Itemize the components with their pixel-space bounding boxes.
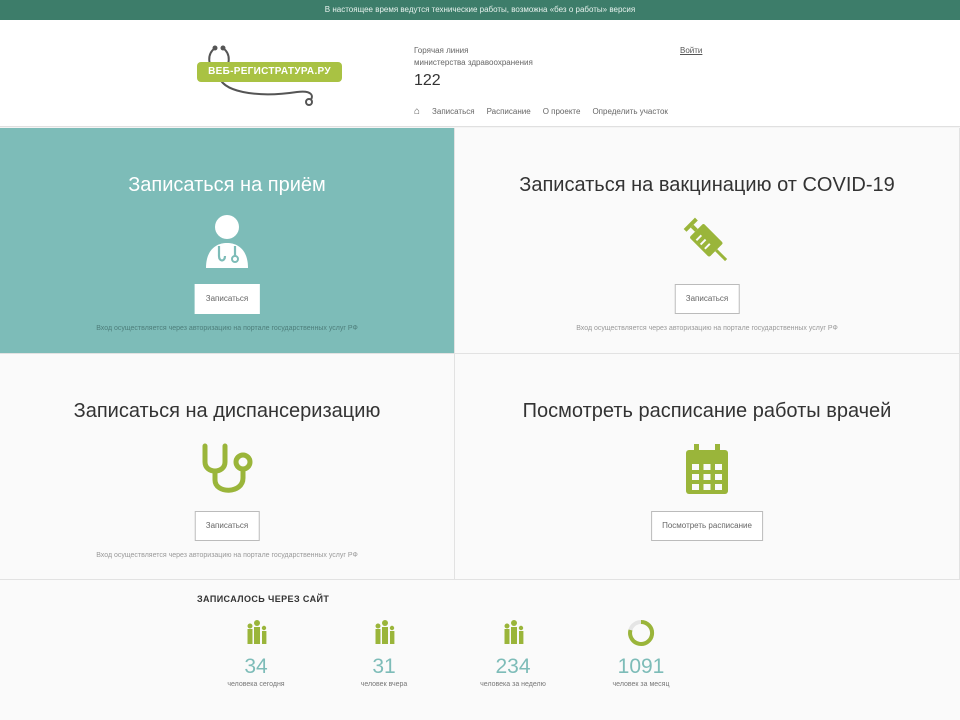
- announcement-bar: В настоящее время ведутся технические ра…: [0, 0, 960, 20]
- signup-vaccination-button[interactable]: Записаться: [674, 284, 740, 314]
- login-link[interactable]: Войти: [680, 46, 702, 55]
- stat-value: 31: [372, 655, 396, 678]
- gosuslugi-note: Вход осуществляется через авторизацию на…: [96, 552, 358, 559]
- home-icon[interactable]: ⌂: [414, 106, 420, 117]
- tile-title: Записаться на диспансеризацию: [73, 400, 381, 422]
- gosuslugi-note: Вход осуществляется через авторизацию на…: [576, 325, 838, 332]
- nav-item-signup[interactable]: Записаться: [432, 107, 475, 116]
- stats-section: ЗАПИСАЛОСЬ ЧЕРЕЗ САЙТ 34 человека сегодн…: [0, 580, 960, 720]
- tile-appointment: Записаться на приём Записаться Вход осущ…: [0, 128, 455, 354]
- tile-title: Записаться на приём: [128, 174, 326, 196]
- gosuslugi-note: Вход осуществляется через авторизацию на…: [96, 325, 358, 332]
- calendar-icon: [684, 444, 730, 501]
- stat-week: 234 человека за неделю: [458, 618, 568, 688]
- doctor-icon: [202, 212, 252, 275]
- stat-today: 34 человека сегодня: [201, 618, 311, 688]
- stat-label: человек за месяц: [612, 681, 670, 688]
- logo-text: ВЕБ-РЕГИСТРАТУРА.РУ: [197, 62, 342, 82]
- stat-value: 34: [244, 655, 268, 678]
- tile-checkup: Записаться на диспансеризацию Записаться…: [0, 354, 455, 580]
- stat-label: человека за неделю: [480, 681, 546, 688]
- site-logo[interactable]: ВЕБ-РЕГИСТРАТУРА.РУ: [197, 36, 347, 106]
- hotline-label: Горячая линия: [414, 46, 469, 55]
- signup-appointment-button[interactable]: Записаться: [194, 284, 260, 314]
- nav-item-district[interactable]: Определить участок: [592, 107, 667, 116]
- stat-value: 1091: [617, 655, 665, 678]
- tile-title: Записаться на вакцинацию от COVID-19: [519, 174, 895, 196]
- stat-label: человек вчера: [360, 681, 408, 688]
- nav-item-schedule[interactable]: Расписание: [487, 107, 531, 116]
- stats-title: ЗАПИСАЛОСЬ ЧЕРЕЗ САЙТ: [197, 594, 330, 604]
- tile-title: Посмотреть расписание работы врачей: [522, 400, 892, 422]
- progress-ring-icon: [628, 619, 655, 646]
- hotline-sublabel: министерства здравоохранения: [414, 58, 533, 67]
- stethoscope-icon: [199, 440, 255, 503]
- site-header: ВЕБ-РЕГИСТРАТУРА.РУ Горячая линия минист…: [0, 20, 960, 127]
- people-icon: [247, 620, 267, 644]
- hotline-number: 122: [414, 72, 441, 89]
- tile-schedule: Посмотреть расписание работы врачей Посм…: [455, 354, 960, 580]
- tile-vaccination: Записаться на вакцинацию от COVID-19 Зап…: [455, 128, 960, 354]
- view-schedule-button[interactable]: Посмотреть расписание: [651, 511, 763, 541]
- signup-checkup-button[interactable]: Записаться: [194, 511, 260, 541]
- syringe-icon: [679, 212, 735, 275]
- stat-month: 1091 человек за месяц: [586, 618, 696, 688]
- stat-label: человека сегодня: [227, 681, 285, 688]
- people-icon: [504, 620, 524, 644]
- nav-item-about[interactable]: О проекте: [543, 107, 581, 116]
- stat-value: 234: [495, 655, 531, 678]
- main-nav: ⌂ Записаться Расписание О проекте Опреде…: [414, 106, 668, 117]
- people-icon: [375, 620, 395, 644]
- stat-yesterday: 31 человек вчера: [329, 618, 439, 688]
